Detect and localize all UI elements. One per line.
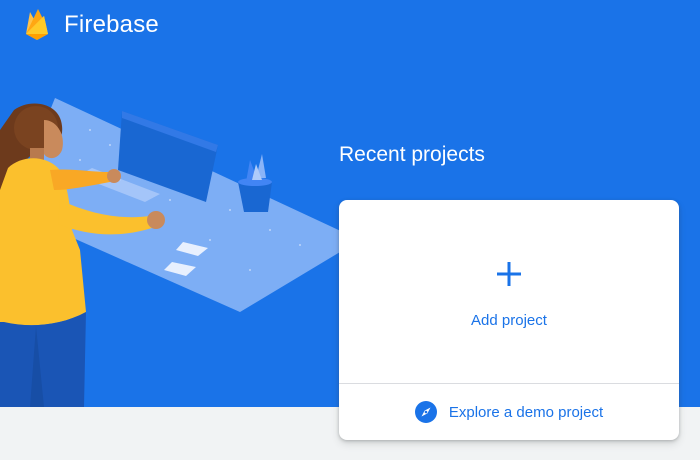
firebase-flame-icon[interactable] bbox=[24, 8, 50, 42]
top-bar: Firebase bbox=[0, 0, 700, 52]
add-project-label: Add project bbox=[471, 312, 547, 329]
recent-projects-heading: Recent projects bbox=[339, 143, 485, 166]
explore-demo-label: Explore a demo project bbox=[448, 403, 604, 421]
projects-card: Add project Explore a demo project bbox=[339, 200, 679, 440]
workspace-illustration bbox=[0, 98, 360, 407]
compass-icon bbox=[414, 401, 437, 423]
explore-demo-project-link[interactable]: Explore a demo project bbox=[339, 384, 679, 440]
firebase-console-home: Firebase Recent projects Add project Exp… bbox=[0, 0, 700, 460]
plus-icon bbox=[497, 262, 521, 286]
brand-name[interactable]: Firebase bbox=[64, 11, 159, 39]
add-project-button[interactable]: Add project bbox=[339, 200, 679, 383]
